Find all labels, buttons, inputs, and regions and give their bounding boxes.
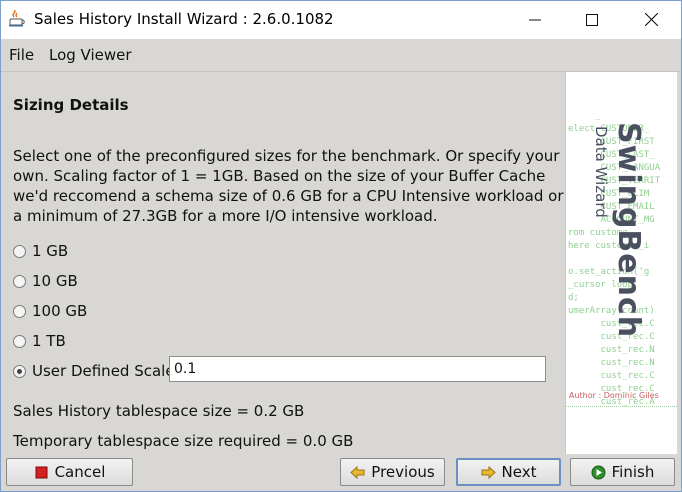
radio-option-1tb[interactable]: 1 TB [13, 331, 66, 351]
radio-option-100gb[interactable]: 100 GB [13, 301, 87, 321]
minimize-icon [529, 11, 541, 30]
radio-label: 100 GB [32, 302, 88, 320]
play-icon [591, 465, 606, 480]
previous-label: Previous [371, 463, 435, 481]
radio-option-user-defined[interactable]: User Defined Scale [13, 361, 175, 381]
close-button[interactable] [628, 1, 674, 39]
radio-option-10gb[interactable]: 10 GB [13, 271, 78, 291]
radio-button[interactable] [13, 304, 26, 318]
minimize-button[interactable] [512, 1, 558, 39]
banner-author: Author : Dominic Giles [569, 391, 659, 400]
finish-label: Finish [611, 463, 655, 481]
close-icon [644, 11, 658, 30]
description-line: a minimum of 27.3GB for a more I/O inten… [13, 207, 438, 225]
maximize-button[interactable] [569, 1, 615, 39]
finish-button[interactable]: Finish [570, 458, 675, 486]
temp-tablespace-size-label: Temporary tablespace size required = 0.0… [13, 432, 354, 450]
radio-label: User Defined Scale [32, 362, 175, 380]
radio-button[interactable] [13, 274, 26, 288]
radio-button-selected[interactable] [13, 364, 26, 378]
radio-label: 1 GB [32, 242, 69, 260]
radio-label: 1 TB [32, 332, 66, 350]
radio-label: 10 GB [32, 272, 78, 290]
next-button[interactable]: Next [456, 458, 561, 486]
maximize-icon [586, 11, 598, 30]
description-line: Select one of the preconfigured sizes fo… [13, 147, 560, 165]
stop-icon [34, 465, 49, 480]
sizing-panel: Sizing Details Select one of the preconf… [1, 72, 564, 454]
window-title: Sales History Install Wizard : 2.6.0.108… [34, 10, 334, 28]
cancel-button[interactable]: Cancel [6, 458, 133, 486]
radio-button[interactable] [13, 244, 26, 258]
radio-button[interactable] [13, 334, 26, 348]
menu-log-viewer[interactable]: Log Viewer [49, 46, 132, 64]
banner-divider [566, 406, 677, 408]
swingbench-banner: _ elect CUSTOMER_ CUST_FIRST CUST_LAST_ … [565, 72, 677, 454]
page-title: Sizing Details [13, 96, 129, 114]
description-line: we'd reccomend a schema size of 0.6 GB f… [13, 187, 564, 205]
arrow-left-icon [350, 465, 365, 480]
menu-file[interactable]: File [9, 46, 34, 64]
next-label: Next [501, 463, 537, 481]
banner-brand: SwingBench [611, 122, 646, 339]
previous-button[interactable]: Previous [340, 458, 445, 486]
banner-subtitle: Data Wizard [592, 126, 610, 218]
arrow-right-icon [481, 465, 496, 480]
tablespace-size-label: Sales History tablespace size = 0.2 GB [13, 402, 305, 420]
wizard-window: Sales History Install Wizard : 2.6.0.108… [0, 0, 682, 492]
menu-bar: File Log Viewer [1, 39, 681, 72]
java-app-icon [8, 9, 26, 28]
description-line: own. Scaling factor of 1 = 1GB. Based on… [13, 167, 546, 185]
sizing-description: Select one of the preconfigured sizes fo… [13, 146, 564, 226]
user-defined-scale-input[interactable] [169, 356, 546, 382]
title-bar: Sales History Install Wizard : 2.6.0.108… [1, 1, 681, 39]
radio-option-1gb[interactable]: 1 GB [13, 241, 68, 261]
cancel-label: Cancel [54, 463, 106, 481]
